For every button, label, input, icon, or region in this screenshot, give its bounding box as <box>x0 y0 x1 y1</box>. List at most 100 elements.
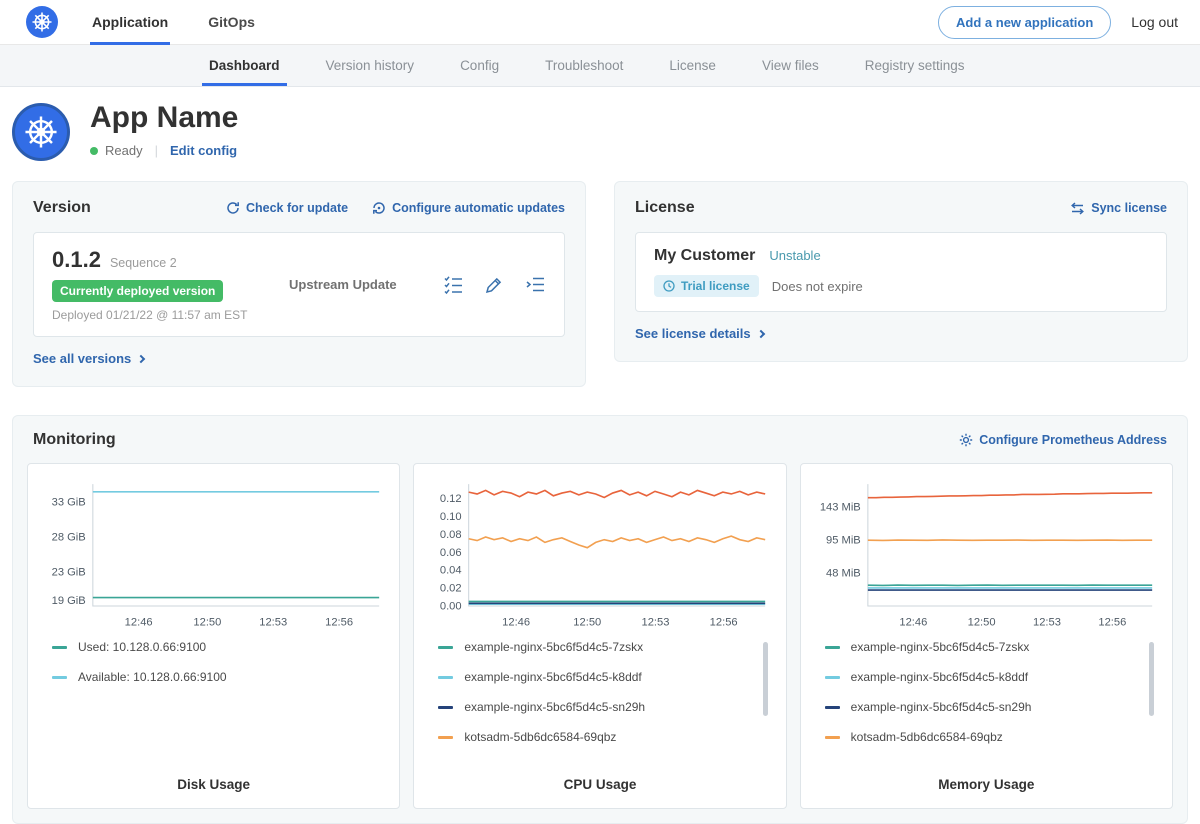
configure-automatic-updates-link[interactable]: Configure automatic updates <box>372 201 565 215</box>
app-header: App Name Ready | Edit config <box>0 87 1200 177</box>
upstream-update-label: Upstream Update <box>289 277 397 292</box>
chevron-right-icon <box>137 355 145 363</box>
svg-text:95 MiB: 95 MiB <box>826 535 861 547</box>
legend-item: example-nginx-5bc6f5d4c5-sn29h <box>825 700 1156 714</box>
edit-pen-icon[interactable] <box>484 274 505 295</box>
deployed-version-badge: Currently deployed version <box>52 280 223 302</box>
tab-application[interactable]: Application <box>90 0 170 45</box>
legend-scrollbar[interactable] <box>763 642 768 716</box>
clock-icon <box>663 280 675 292</box>
subnav-tab-registry-settings[interactable]: Registry settings <box>842 45 988 86</box>
chevron-right-icon <box>756 330 764 338</box>
subnav-tab-dashboard[interactable]: Dashboard <box>186 45 303 86</box>
auto-update-icon <box>372 201 386 215</box>
legend-swatch <box>825 676 840 679</box>
license-card-title: License <box>635 199 695 217</box>
status-label: Ready <box>105 143 143 158</box>
app-sub-nav: Dashboard Version history Config Trouble… <box>0 45 1200 87</box>
chart-title: Disk Usage <box>38 777 389 794</box>
subnav-tab-view-files[interactable]: View files <box>739 45 842 86</box>
legend-label: example-nginx-5bc6f5d4c5-7zskx <box>851 640 1030 654</box>
see-license-details-link[interactable]: See license details <box>635 326 764 341</box>
svg-text:19 GiB: 19 GiB <box>52 595 86 607</box>
svg-text:12:50: 12:50 <box>967 616 995 628</box>
legend-swatch <box>825 706 840 709</box>
legend-swatch <box>52 676 67 679</box>
edit-config-link[interactable]: Edit config <box>170 143 237 158</box>
see-all-versions-link[interactable]: See all versions <box>33 351 144 366</box>
legend-item: example-nginx-5bc6f5d4c5-7zskx <box>825 640 1156 654</box>
svg-text:12:56: 12:56 <box>325 616 353 628</box>
monitoring-title: Monitoring <box>33 431 116 449</box>
legend-item: Available: 10.128.0.66:9100 <box>52 670 383 684</box>
svg-text:33 GiB: 33 GiB <box>52 496 86 508</box>
legend-swatch <box>825 736 840 739</box>
license-expiry: Does not expire <box>772 279 863 294</box>
svg-text:0.08: 0.08 <box>440 529 462 541</box>
top-nav: Application GitOps Add a new application… <box>0 0 1200 45</box>
disk-usage-chart: 19 GiB23 GiB28 GiB33 GiB12:4612:5012:531… <box>27 463 400 809</box>
cards-row: Version Check for update Configure autom… <box>0 177 1200 387</box>
subnav-tab-version-history[interactable]: Version history <box>303 45 438 86</box>
deployed-timestamp: Deployed 01/21/22 @ 11:57 am EST <box>52 308 257 322</box>
refresh-icon <box>226 201 240 215</box>
chart-title: CPU Usage <box>424 777 775 794</box>
customer-name: My Customer <box>654 247 755 265</box>
svg-text:0.00: 0.00 <box>440 601 462 613</box>
disk-usage-plot: 19 GiB23 GiB28 GiB33 GiB12:4612:5012:531… <box>38 476 389 630</box>
svg-text:0.04: 0.04 <box>440 565 462 577</box>
svg-text:12:46: 12:46 <box>899 616 927 628</box>
legend-swatch <box>438 676 453 679</box>
tab-gitops[interactable]: GitOps <box>206 0 257 45</box>
svg-text:28 GiB: 28 GiB <box>52 531 86 543</box>
configure-prometheus-link[interactable]: Configure Prometheus Address <box>959 433 1167 447</box>
cpu-usage-plot: 0.000.020.040.060.080.100.1212:4612:5012… <box>424 476 775 630</box>
legend-label: example-nginx-5bc6f5d4c5-sn29h <box>464 700 645 714</box>
sync-license-link[interactable]: Sync license <box>1070 201 1167 215</box>
svg-text:12:56: 12:56 <box>1098 616 1126 628</box>
charts-row: 19 GiB23 GiB28 GiB33 GiB12:4612:5012:531… <box>27 463 1173 809</box>
svg-text:12:56: 12:56 <box>710 616 738 628</box>
current-version-box: 0.1.2 Sequence 2 Currently deployed vers… <box>33 232 565 337</box>
legend-item: kotsadm-5db6dc6584-69qbz <box>438 730 769 744</box>
cpu-usage-legend: example-nginx-5bc6f5d4c5-7zskx example-ng… <box>438 640 769 760</box>
status-ready-dot <box>90 147 98 155</box>
subnav-tab-troubleshoot[interactable]: Troubleshoot <box>522 45 646 86</box>
svg-text:48 MiB: 48 MiB <box>826 567 861 579</box>
memory-usage-chart: 48 MiB95 MiB143 MiB12:4612:5012:5312:56 … <box>800 463 1173 809</box>
check-for-update-link[interactable]: Check for update <box>226 201 348 215</box>
release-notes-icon[interactable] <box>525 274 546 295</box>
checklist-icon[interactable] <box>443 274 464 295</box>
sync-icon <box>1070 202 1085 215</box>
svg-text:12:46: 12:46 <box>502 616 530 628</box>
legend-swatch <box>438 736 453 739</box>
subnav-tab-config[interactable]: Config <box>437 45 522 86</box>
memory-usage-plot: 48 MiB95 MiB143 MiB12:4612:5012:5312:56 <box>811 476 1162 630</box>
legend-label: example-nginx-5bc6f5d4c5-7zskx <box>464 640 643 654</box>
legend-swatch <box>825 646 840 649</box>
divider: | <box>155 143 158 158</box>
version-card-title: Version <box>33 199 91 217</box>
legend-item: example-nginx-5bc6f5d4c5-k8ddf <box>825 670 1156 684</box>
legend-swatch <box>52 646 67 649</box>
top-nav-right: Add a new application Log out <box>938 6 1178 39</box>
license-box: My Customer Unstable Trial license Does … <box>635 232 1167 312</box>
svg-text:12:46: 12:46 <box>125 616 153 628</box>
version-number: 0.1.2 <box>52 247 101 273</box>
legend-scrollbar[interactable] <box>1149 642 1154 716</box>
svg-text:0.06: 0.06 <box>440 547 462 559</box>
app-logo-icon <box>12 103 70 161</box>
subnav-tab-license[interactable]: License <box>646 45 739 86</box>
logout-link[interactable]: Log out <box>1131 14 1178 30</box>
version-sequence: Sequence 2 <box>110 256 177 270</box>
legend-label: example-nginx-5bc6f5d4c5-sn29h <box>851 700 1032 714</box>
legend-label: Used: 10.128.0.66:9100 <box>78 640 206 654</box>
svg-text:0.02: 0.02 <box>440 583 462 595</box>
add-application-button[interactable]: Add a new application <box>938 6 1111 39</box>
legend-swatch <box>438 646 453 649</box>
legend-item: example-nginx-5bc6f5d4c5-7zskx <box>438 640 769 654</box>
license-card: License Sync license My Customer Unstabl… <box>614 181 1188 362</box>
disk-usage-legend: Used: 10.128.0.66:9100 Available: 10.128.… <box>52 640 383 700</box>
trial-license-badge: Trial license <box>654 275 759 297</box>
svg-text:0.10: 0.10 <box>440 511 462 523</box>
